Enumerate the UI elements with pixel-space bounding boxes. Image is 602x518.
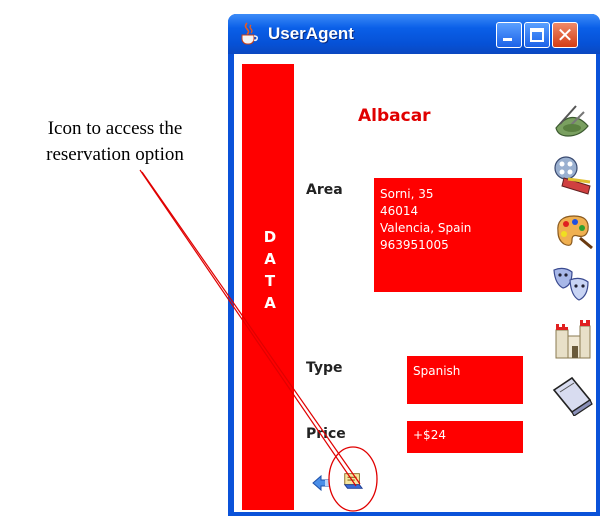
restaurant-details-panel: Albacar Area Sorni, 35 46014 Valencia, S… [294, 64, 546, 510]
address-line: Sorni, 35 [380, 187, 434, 201]
minimize-button[interactable] [496, 22, 522, 48]
window-title: UserAgent [268, 24, 354, 43]
back-arrow-icon[interactable] [310, 472, 332, 494]
castle-monument-icon[interactable] [550, 316, 594, 360]
close-button[interactable]: ✕ [552, 22, 578, 48]
book-icon[interactable] [550, 372, 594, 416]
theatre-masks-icon[interactable] [550, 262, 594, 306]
restaurant-food-icon[interactable] [550, 98, 594, 142]
data-tab-bar[interactable]: D A T A [242, 64, 294, 510]
type-value-box: Spanish [407, 356, 523, 404]
maximize-icon [530, 28, 544, 42]
useragent-window: UserAgent ✕ D A T A Albacar Area Sorni, … [228, 14, 600, 516]
price-value-box: +$24 [407, 421, 523, 453]
art-palette-icon[interactable] [550, 208, 594, 252]
java-cup-icon [241, 22, 258, 45]
data-letter-a: A [264, 250, 276, 268]
area-label: Area [306, 182, 343, 198]
title-bar[interactable]: UserAgent ✕ [228, 14, 600, 54]
close-icon: ✕ [556, 23, 574, 47]
data-letter-a2: A [264, 294, 276, 312]
caption-line-2: reservation option [46, 144, 184, 165]
price-label: Price [306, 426, 346, 442]
address-line: 46014 [380, 204, 419, 218]
maximize-button[interactable] [524, 22, 550, 48]
annotation-caption: Icon to access the reservation option [10, 116, 220, 168]
minimize-icon [503, 38, 512, 41]
reservation-icon[interactable] [342, 470, 364, 492]
address-box: Sorni, 35 46014 Valencia, Spain 96395100… [374, 178, 522, 292]
caption-line-1: Icon to access the [47, 118, 183, 139]
cinema-film-icon[interactable] [550, 152, 594, 196]
category-icon-column [546, 54, 596, 512]
address-line: Valencia, Spain [380, 221, 472, 235]
data-letter-d: D [263, 228, 277, 246]
window-client-area: D A T A Albacar Area Sorni, 35 46014 Val… [234, 54, 596, 512]
address-line: 963951005 [380, 238, 449, 252]
data-letter-t: T [264, 272, 276, 290]
type-label: Type [306, 360, 343, 376]
restaurant-name: Albacar [358, 106, 431, 126]
